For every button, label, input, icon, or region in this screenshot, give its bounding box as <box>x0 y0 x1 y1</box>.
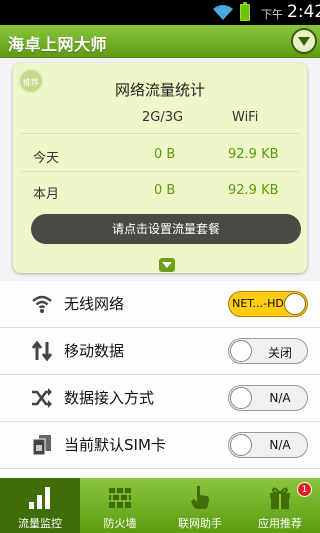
nav-label-network-assistant: 联网助手 <box>178 517 222 530</box>
month-mobile-value: 0 B <box>154 183 176 198</box>
hand-pointer-icon <box>191 486 209 509</box>
today-wifi-value: 92.9 KB <box>228 147 279 162</box>
wifi-toggle-text: NET...-HD <box>232 297 284 310</box>
mobile-data-icon <box>31 340 53 362</box>
notification-badge: 1 <box>297 482 312 497</box>
wifi-toggle[interactable]: NET...-HD <box>228 291 308 317</box>
collapse-toggle-icon[interactable] <box>159 258 175 272</box>
toggle-knob <box>230 434 252 456</box>
nav-tab-firewall[interactable]: 防火墙 <box>80 478 160 533</box>
settings-list: 无线网络 NET...-HD 移动数据 关闭 数据接入方式 N/A 当前默认SI… <box>0 281 320 478</box>
wifi-icon <box>32 295 52 313</box>
wifi-signal-icon <box>213 5 233 20</box>
app-title: 海卓上网大师 <box>8 35 108 54</box>
setting-row-access-mode[interactable]: 数据接入方式 N/A <box>0 375 320 422</box>
setting-row-mobile-data[interactable]: 移动数据 关闭 <box>0 328 320 375</box>
toggle-knob <box>230 340 252 362</box>
battery-icon <box>240 2 250 21</box>
setting-row-wifi[interactable]: 无线网络 NET...-HD <box>0 281 320 328</box>
traffic-stats-card: 推荐 网络流量统计 2G/3G WiFi 今天 0 B 92.9 KB 本月 0… <box>13 63 307 273</box>
dropdown-menu-button[interactable] <box>291 28 317 54</box>
divider <box>0 468 320 469</box>
shuffle-icon <box>32 388 52 408</box>
setting-label-wifi: 无线网络 <box>64 295 125 313</box>
setting-label-access-mode: 数据接入方式 <box>64 389 155 407</box>
status-clock: 2:42 <box>287 2 320 22</box>
sim-card-toggle-text: N/A <box>269 438 291 452</box>
bottom-nav: 流量监控 防火墙 联网助手 1 应用推荐 <box>0 478 320 533</box>
row-label-month: 本月 <box>33 187 60 202</box>
firewall-icon <box>109 488 131 508</box>
setting-label-mobile-data: 移动数据 <box>64 342 125 360</box>
access-mode-toggle-text: N/A <box>269 391 291 405</box>
divider <box>21 171 299 172</box>
sim-card-icon <box>32 435 51 456</box>
stats-title: 网络流量统计 <box>114 81 205 99</box>
divider <box>21 133 299 134</box>
bar-chart-icon <box>29 487 50 509</box>
month-wifi-value: 92.9 KB <box>228 183 279 198</box>
nav-label-traffic-monitor: 流量监控 <box>18 517 62 530</box>
mobile-data-toggle-text: 关闭 <box>267 346 292 360</box>
toggle-knob <box>230 387 252 409</box>
setting-row-sim-card[interactable]: 当前默认SIM卡 N/A <box>0 422 320 469</box>
nav-tab-traffic-monitor[interactable]: 流量监控 <box>0 478 80 533</box>
status-ampm: 下午 <box>261 8 283 21</box>
nav-label-app-recommend: 应用推荐 <box>258 517 302 530</box>
app-bar: 海卓上网大师 <box>0 25 320 58</box>
status-bar: 下午 2:42 <box>0 0 320 25</box>
access-mode-toggle[interactable]: N/A <box>228 385 308 411</box>
setting-label-sim-card: 当前默认SIM卡 <box>64 436 166 454</box>
setup-plan-button[interactable]: 请点击设置流量套餐 <box>31 214 301 244</box>
mobile-data-toggle[interactable]: 关闭 <box>228 338 308 364</box>
today-mobile-value: 0 B <box>154 147 176 162</box>
nav-label-firewall: 防火墙 <box>103 517 137 530</box>
toggle-knob <box>284 293 306 315</box>
sim-card-toggle[interactable]: N/A <box>228 432 308 458</box>
row-label-today: 今天 <box>33 151 60 166</box>
column-header-wifi: WiFi <box>232 110 259 125</box>
column-header-mobile: 2G/3G <box>142 110 184 125</box>
nav-tab-app-recommend[interactable]: 1 应用推荐 <box>240 478 320 533</box>
nav-tab-network-assistant[interactable]: 联网助手 <box>160 478 240 533</box>
gift-icon <box>270 487 290 509</box>
